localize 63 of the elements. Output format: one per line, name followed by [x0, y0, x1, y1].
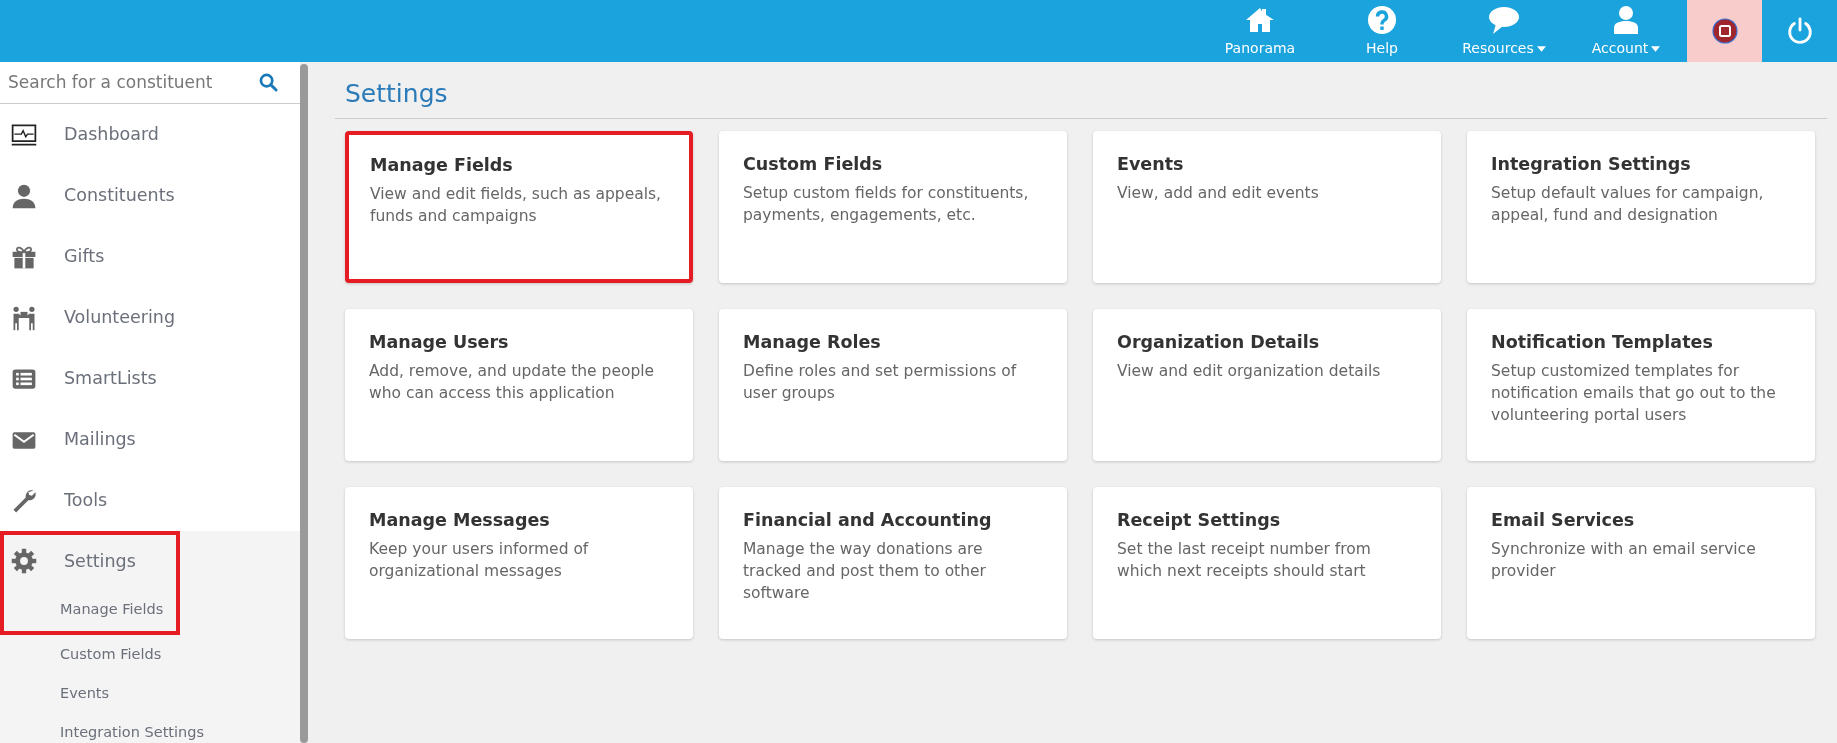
settings-card[interactable]: Receipt Settings Set the last receipt number from which next receipts should start — [1093, 487, 1441, 639]
card-description: Setup default values for campaign, appeal, fund and designation — [1491, 183, 1765, 226]
search-icon[interactable] — [259, 73, 278, 92]
stop-button[interactable] — [1687, 0, 1762, 62]
card-description: Define roles and set permissions of user groups — [743, 361, 1018, 404]
nav-item[interactable]: Gifts — [0, 226, 300, 287]
nav-label: Panorama — [1224, 39, 1296, 56]
card-title: Organization Details — [1117, 331, 1321, 354]
page-title: Settings — [335, 62, 1827, 119]
settings-card[interactable]: Financial and Accounting Manage the way donations are tracked and post them to other software — [719, 487, 1067, 639]
settings-card[interactable]: Notification Templates Setup customized templates for notification emails that go out to the volunteering portal users — [1467, 309, 1815, 461]
scrollbar[interactable] — [300, 64, 308, 743]
card-title: Financial and Accounting — [743, 509, 993, 532]
card-title: Email Services — [1491, 509, 1636, 532]
nav-item[interactable]: Mailings — [0, 409, 300, 470]
card-description: Setup customized templates for notification emails that go out to the volunteering portal users — [1491, 361, 1777, 426]
menu-button[interactable]: Account — [1565, 0, 1687, 62]
card-description: Set the last receipt number from which next receipts should start — [1117, 539, 1372, 582]
nav-button[interactable]: Panorama — [1199, 0, 1321, 62]
help-icon — [1366, 3, 1398, 36]
nav-item[interactable]: Tools — [0, 470, 300, 531]
nav-subitem[interactable]: Custom Fields — [0, 635, 300, 674]
nav-item[interactable]: Dashboard — [0, 104, 300, 165]
settings-card[interactable]: Manage Users Add, remove, and update the people who can access this application — [345, 309, 693, 461]
card-description: Setup custom fields for constituents, payments, engagements, etc. — [743, 183, 1030, 226]
nav-label: Help — [1366, 39, 1398, 56]
card-description: Add, remove, and update the people who can access this application — [369, 361, 656, 404]
nav-subitem[interactable]: Manage Fields — [4, 587, 176, 631]
nav-label: Account — [1591, 39, 1649, 56]
card-title: Manage Roles — [743, 331, 882, 354]
card-title: Manage Messages — [369, 509, 551, 532]
card-title: Receipt Settings — [1117, 509, 1282, 532]
nav-label: Resources — [1462, 39, 1534, 56]
card-description: View, add and edit events — [1117, 183, 1320, 205]
settings-card[interactable]: Integration Settings Setup default values for campaign, appeal, fund and designation — [1467, 131, 1815, 283]
stop-icon — [1711, 18, 1738, 44]
nav-item[interactable]: SmartLists — [0, 348, 300, 409]
nav-subitem[interactable]: Events — [0, 674, 300, 713]
settings-card[interactable]: Custom Fields Setup custom fields for constituents, payments, engagements, etc. — [719, 131, 1067, 283]
settings-card[interactable]: Organization Details View and edit organization details — [1093, 309, 1441, 461]
nav-item[interactable]: Constituents — [0, 165, 300, 226]
settings-card[interactable]: Events View, add and edit events — [1093, 131, 1441, 283]
settings-card[interactable]: Manage Fields View and edit fields, such as appeals, funds and campaigns — [345, 131, 693, 283]
nav-button[interactable]: Help — [1321, 0, 1443, 62]
card-title: Manage Fields — [370, 154, 514, 177]
settings-card[interactable]: Manage Roles Define roles and set permissions of user groups — [719, 309, 1067, 461]
nav-subitem[interactable]: Integration Settings — [0, 713, 300, 743]
card-description: Keep your users informed of organizational messages — [369, 539, 590, 582]
card-description: View and edit organization details — [1117, 361, 1382, 383]
card-title: Manage Users — [369, 331, 510, 354]
nav-item[interactable]: Volunteering — [0, 287, 300, 348]
nav-item[interactable]: Settings — [4, 535, 176, 587]
card-description: Synchronize with an email service provider — [1491, 539, 1757, 582]
card-title: Notification Templates — [1491, 331, 1714, 354]
card-title: Custom Fields — [743, 153, 884, 176]
card-title: Integration Settings — [1491, 153, 1692, 176]
gear-icon — [10, 547, 38, 575]
card-description: View and edit fields, such as appeals, funds and campaigns — [370, 184, 663, 227]
settings-card[interactable]: Manage Messages Keep your users informed of organizational messages — [345, 487, 693, 639]
card-description: Manage the way donations are tracked and post them to other software — [743, 539, 987, 604]
settings-card[interactable]: Email Services Synchronize with an email service provider — [1467, 487, 1815, 639]
menu-button[interactable]: Resources — [1443, 0, 1565, 62]
card-title: Events — [1117, 153, 1185, 176]
